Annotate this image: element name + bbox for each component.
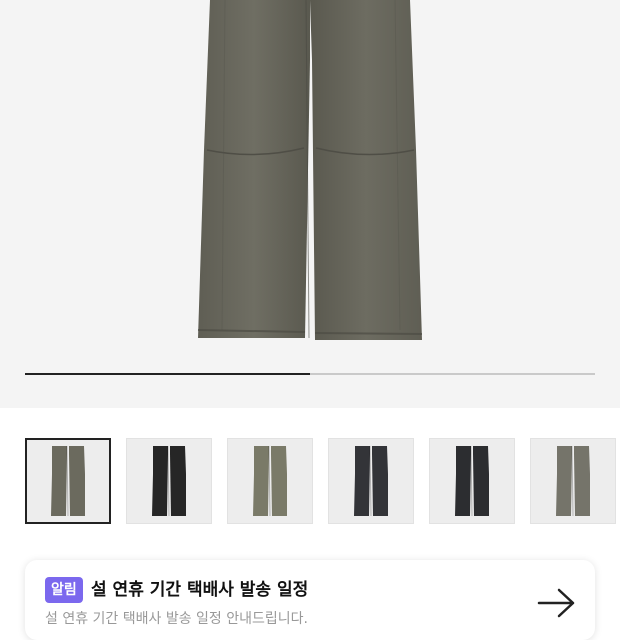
thumbnail-5[interactable] — [429, 438, 515, 524]
notice-subtitle: 설 연휴 기간 택배사 발송 일정 안내드립니다. — [45, 611, 308, 627]
thumbnail-1[interactable] — [25, 438, 111, 524]
pants-gray-icon — [556, 445, 590, 517]
gallery-progress-bar — [25, 373, 595, 375]
thumbnail-6[interactable] — [530, 438, 616, 524]
gallery-progress-fill — [25, 373, 310, 375]
thumbnail-4[interactable] — [328, 438, 414, 524]
thumbnail-2[interactable] — [126, 438, 212, 524]
product-main-image[interactable] — [0, 0, 620, 408]
notice-banner[interactable]: 알림 설 연휴 기간 택배사 발송 일정 설 연휴 기간 택배사 발송 일정 안… — [25, 560, 595, 640]
pants-image-icon — [197, 0, 423, 340]
arrow-right-icon[interactable] — [537, 588, 577, 618]
thumbnail-3[interactable] — [227, 438, 313, 524]
pants-dark-gray-icon — [455, 445, 489, 517]
thumbnail-strip — [0, 438, 620, 528]
notice-title: 설 연휴 기간 택배사 발송 일정 — [91, 580, 309, 600]
pants-charcoal-icon — [354, 445, 388, 517]
notice-badge: 알림 — [45, 577, 83, 603]
pants-olive-gray-icon — [51, 445, 85, 517]
pants-black-icon — [152, 445, 186, 517]
pants-khaki-icon — [253, 445, 287, 517]
